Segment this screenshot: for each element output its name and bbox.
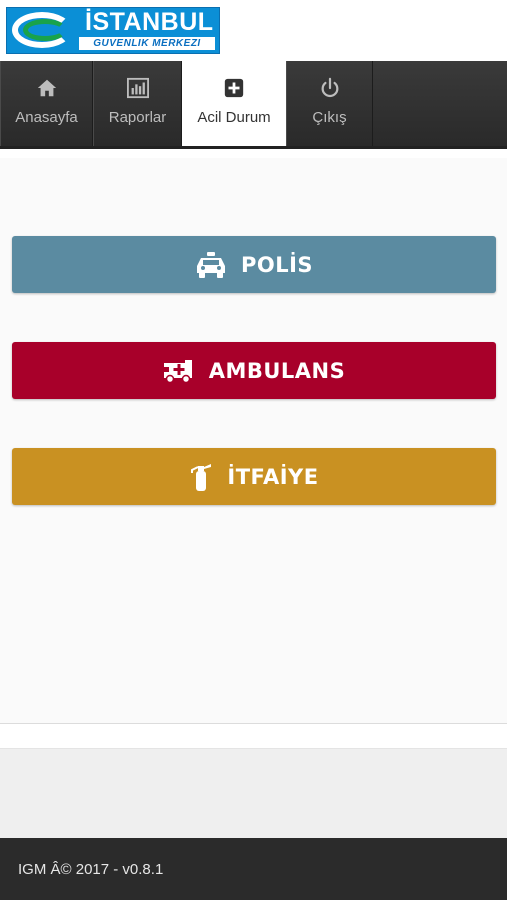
bar-chart-icon — [126, 77, 149, 99]
power-icon — [321, 77, 338, 98]
fire-department-button-label: İTFAİYE — [227, 464, 319, 489]
plus-square-icon — [224, 78, 244, 98]
police-button[interactable]: POLİS — [12, 236, 496, 293]
fire-extinguisher-icon — [191, 463, 212, 491]
ambulance-button[interactable]: AMBULANS — [12, 342, 496, 399]
logo-title: İSTANBUL — [85, 8, 214, 36]
police-button-label: POLİS — [240, 252, 314, 277]
istanbul-guvenlik-logo[interactable]: İSTANBUL GUVENLIK MERKEZI — [6, 7, 220, 54]
nav-label-cikis: Çıkış — [312, 109, 347, 126]
header: İSTANBUL GUVENLIK MERKEZI — [0, 0, 507, 61]
main-content: POLİS AMBULANS İTFAİYE — [0, 158, 507, 724]
police-car-icon — [196, 251, 225, 278]
nav-item-cikis[interactable]: Çıkış — [286, 61, 373, 146]
nav-label-anasayfa: Anasayfa — [15, 109, 78, 126]
home-icon — [37, 79, 56, 97]
ambulance-icon — [163, 359, 192, 383]
nav-item-anasayfa[interactable]: Anasayfa — [0, 61, 93, 146]
nav-label-acil-durum: Acil Durum — [197, 109, 271, 126]
footer: IGM Â© 2017 - v0.8.1 — [0, 838, 507, 900]
nav-item-raporlar[interactable]: Raporlar — [93, 61, 182, 146]
logo-swoosh-inner-icon — [23, 19, 67, 41]
main-navbar: Anasayfa Raporlar Acil Durum Çıkış — [0, 61, 507, 149]
fire-department-button[interactable]: İTFAİYE — [12, 448, 496, 505]
footer-copyright: IGM Â© 2017 - v0.8.1 — [18, 860, 164, 878]
logo-subtitle: GUVENLIK MERKEZI — [79, 37, 215, 50]
nav-label-raporlar: Raporlar — [108, 109, 167, 126]
content-bottom-band — [0, 748, 507, 839]
ambulance-button-label: AMBULANS — [208, 358, 346, 383]
nav-item-acil-durum[interactable]: Acil Durum — [182, 61, 286, 146]
